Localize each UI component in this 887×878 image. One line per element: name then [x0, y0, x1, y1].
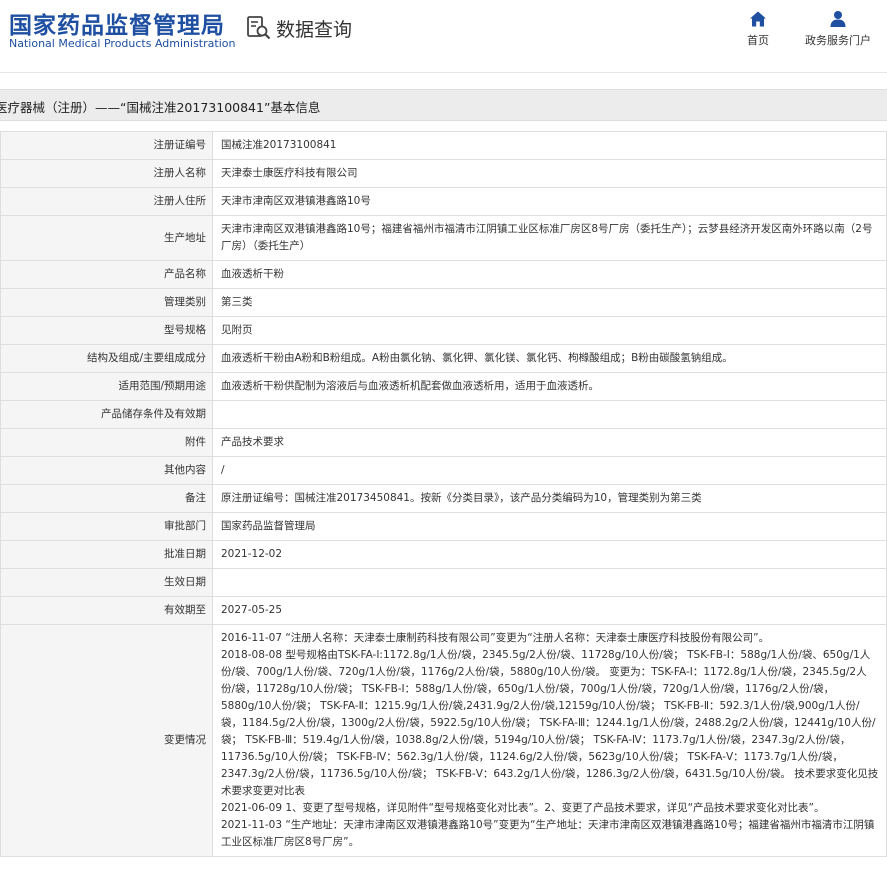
table-row: 管理类别 第三类	[0, 288, 887, 317]
record-title: 医疗器械（注册）——“国械注准20173100841”基本信息	[0, 100, 321, 115]
table-row: 注册人住所 天津市津南区双港镇港鑫路10号	[0, 187, 887, 216]
row-value-intended-use: 血液透析干粉供配制为溶液后与血液透析机配套做血液透析用，适用于血液透析。	[212, 372, 887, 401]
row-label-production-address: 生产地址	[0, 215, 213, 261]
row-label-product-name: 产品名称	[0, 260, 213, 289]
table-row: 有效期至 2027-05-25	[0, 596, 887, 625]
table-row: 注册人名称 天津泰士康医疗科技有限公司	[0, 159, 887, 188]
row-value-registrant-name: 天津泰士康医疗科技有限公司	[212, 159, 887, 188]
table-row: 批准日期 2021-12-02	[0, 540, 887, 569]
row-label-approval-date: 批准日期	[0, 540, 213, 569]
table-row: 型号规格 见附页	[0, 316, 887, 345]
row-value-production-address: 天津市津南区双港镇港鑫路10号；福建省福州市福清市江阴镇工业区标准厂房区8号厂房…	[212, 215, 887, 261]
nav-service-portal[interactable]: 政务服务门户	[800, 10, 876, 48]
nav-home[interactable]: 首页	[742, 10, 774, 48]
home-icon	[750, 11, 766, 27]
table-row: 注册证编号 国械注准20173100841	[0, 131, 887, 160]
logo-chinese[interactable]: 国家药品监督管理局	[9, 6, 225, 40]
row-label-registrant-name: 注册人名称	[0, 159, 213, 188]
table-row: 审批部门 国家药品监督管理局	[0, 512, 887, 541]
table-row: 备注 原注册证编号：国械注准20173450841。按新《分类目录》，该产品分类…	[0, 484, 887, 513]
row-label-approval-dept: 审批部门	[0, 512, 213, 541]
row-label-other: 其他内容	[0, 456, 213, 485]
row-value-attachment: 产品技术要求	[212, 428, 887, 457]
data-query-heading: 数据查询	[246, 14, 352, 42]
row-label-composition: 结构及组成/主要组成成分	[0, 344, 213, 373]
user-icon	[830, 11, 846, 27]
nav-home-label: 首页	[747, 34, 769, 47]
row-label-registrant-address: 注册人住所	[0, 187, 213, 216]
row-label-model-spec: 型号规格	[0, 316, 213, 345]
row-value-composition: 血液透析干粉由A粉和B粉组成。A粉由氯化钠、氯化钾、氯化镁、氯化钙、枸橼酸组成；…	[212, 344, 887, 373]
table-row: 产品储存条件及有效期	[0, 400, 887, 429]
row-label-valid-until: 有效期至	[0, 596, 213, 625]
row-value-model-spec: 见附页	[212, 316, 887, 345]
table-row: 适用范围/预期用途 血液透析干粉供配制为溶液后与血液透析机配套做血液透析用，适用…	[0, 372, 887, 401]
data-query-title: 数据查询	[276, 18, 353, 41]
row-label-remarks: 备注	[0, 484, 213, 513]
table-row: 其他内容 /	[0, 456, 887, 485]
record-title-bar: 医疗器械（注册）——“国械注准20173100841”基本信息	[0, 89, 887, 121]
table-row: 结构及组成/主要组成成分 血液透析干粉由A粉和B粉组成。A粉由氯化钠、氯化钾、氯…	[0, 344, 887, 373]
row-value-other: /	[212, 456, 887, 485]
row-value-valid-until: 2027-05-25	[212, 596, 887, 625]
row-value-change-history: 2016-11-07 “注册人名称：天津泰士康制药科技有限公司”变更为“注册人名…	[212, 624, 887, 857]
row-value-approval-dept: 国家药品监督管理局	[212, 512, 887, 541]
table-row: 生产地址 天津市津南区双港镇港鑫路10号；福建省福州市福清市江阴镇工业区标准厂房…	[0, 215, 887, 261]
table-row: 产品名称 血液透析干粉	[0, 260, 887, 289]
row-value-management-class: 第三类	[212, 288, 887, 317]
row-label-attachment: 附件	[0, 428, 213, 457]
row-value-effective-date	[212, 568, 887, 597]
row-label-storage: 产品储存条件及有效期	[0, 400, 213, 429]
row-value-registrant-address: 天津市津南区双港镇港鑫路10号	[212, 187, 887, 216]
row-value-approval-date: 2021-12-02	[212, 540, 887, 569]
row-label-registration-no: 注册证编号	[0, 131, 213, 160]
row-label-change-history: 变更情况	[0, 624, 213, 857]
row-value-storage	[212, 400, 887, 429]
change-entry: 2018-08-08 型号规格由TSK-FA-Ⅰ:1172.8g/1人份/袋，2…	[221, 649, 879, 797]
row-value-registration-no: 国械注准20173100841	[212, 131, 887, 160]
document-search-icon	[247, 16, 271, 40]
logo-english[interactable]: National Medical Products Administration	[9, 37, 235, 50]
table-row: 变更情况 2016-11-07 “注册人名称：天津泰士康制药科技有限公司”变更为…	[0, 624, 887, 857]
nav-service-portal-label: 政务服务门户	[805, 34, 871, 47]
registration-info-table: 注册证编号 国械注准20173100841 注册人名称 天津泰士康医疗科技有限公…	[0, 131, 887, 857]
change-entry: 2021-06-09 1、变更了型号规格，详见附件“型号规格变化对比表”。2、变…	[221, 802, 825, 814]
row-value-remarks: 原注册证编号：国械注准20173450841。按新《分类目录》，该产品分类编码为…	[212, 484, 887, 513]
row-label-management-class: 管理类别	[0, 288, 213, 317]
change-entry: 2021-11-03 “生产地址：天津市津南区双港镇港鑫路10号”变更为“生产地…	[221, 819, 875, 848]
table-row: 附件 产品技术要求	[0, 428, 887, 457]
header-divider	[0, 72, 887, 73]
row-label-intended-use: 适用范围/预期用途	[0, 372, 213, 401]
table-row: 生效日期	[0, 568, 887, 597]
change-entry: 2016-11-07 “注册人名称：天津泰士康制药科技有限公司”变更为“注册人名…	[221, 632, 770, 644]
row-value-product-name: 血液透析干粉	[212, 260, 887, 289]
row-label-effective-date: 生效日期	[0, 568, 213, 597]
site-header: 国家药品监督管理局 National Medical Products Admi…	[0, 0, 887, 72]
